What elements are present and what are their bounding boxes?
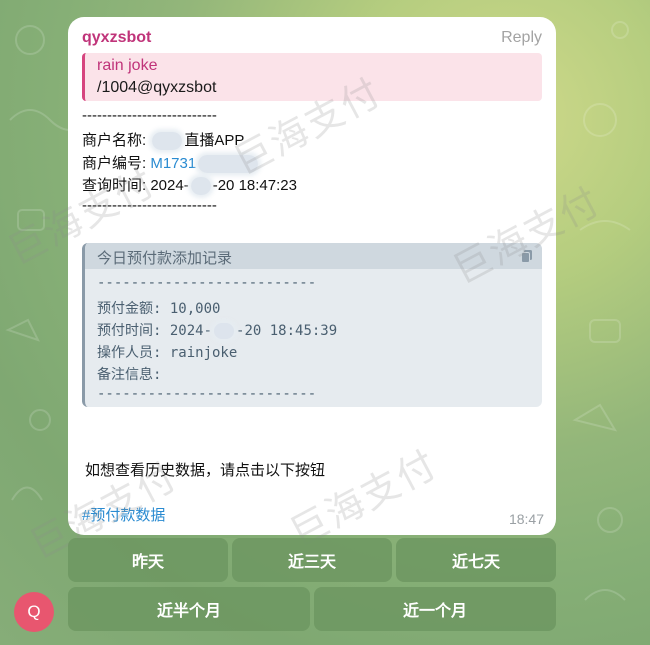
reply-quote[interactable]: rain joke /1004@qyxzsbot [82, 53, 542, 101]
redaction-mask [198, 155, 259, 174]
merchant-name-label: 商户名称: [82, 132, 147, 149]
card-separator-top: -------------------------- [97, 275, 317, 291]
sender-name[interactable]: qyxzsbot [82, 29, 151, 47]
redaction-mask [214, 323, 235, 339]
history-prompt: 如想查看历史数据，请点击以下按钮 [85, 462, 326, 479]
quote-text: /1004@qyxzsbot [97, 79, 217, 96]
card-header: 今日预付款添加记录 [85, 243, 542, 269]
redaction-mask [152, 132, 183, 151]
prepay-record-card: 今日预付款添加记录 -------------------------- 预付金… [82, 243, 542, 407]
hashtag-link[interactable]: #预付款数据 [82, 504, 165, 525]
quote-author: rain joke [97, 57, 158, 74]
reply-button[interactable]: Reply [501, 29, 542, 47]
button-yesterday[interactable]: 昨天 [68, 538, 228, 582]
merchant-id-value[interactable]: M1731 [150, 155, 196, 172]
card-title: 今日预付款添加记录 [97, 250, 233, 267]
note-line: 备注信息: [97, 367, 162, 383]
prepay-time-rest: -20 18:45:39 [236, 323, 338, 339]
separator-top: --------------------------- [82, 107, 217, 124]
merchant-id-line: 商户编号: M1731 [82, 152, 260, 174]
query-time-year: 2024- [150, 177, 189, 194]
card-separator-bottom: -------------------------- [97, 386, 317, 402]
merchant-name-line: 商户名称: 直播APP [82, 129, 245, 151]
merchant-id-label: 商户编号: [82, 155, 147, 172]
prepay-amount-line: 预付金额: 10,000 [97, 301, 221, 317]
message-bubble: qyxzsbot Reply rain joke /1004@qyxzsbot … [68, 17, 556, 535]
prepay-time-line: 预付时间: 2024- -20 18:45:39 [97, 320, 337, 340]
query-time-rest: -20 18:47:23 [212, 177, 297, 194]
operator-line: 操作人员: rainjoke [97, 345, 238, 361]
message-time: 18:47 [508, 511, 544, 527]
button-three-days[interactable]: 近三天 [232, 538, 392, 582]
separator-bottom: --------------------------- [82, 197, 217, 214]
button-seven-days[interactable]: 近七天 [396, 538, 556, 582]
query-time-label: 查询时间: [82, 177, 147, 194]
avatar[interactable]: Q [14, 592, 54, 632]
prepay-time-label: 预付时间: 2024- [97, 323, 213, 339]
redaction-mask [190, 177, 211, 196]
merchant-name-value: 直播APP [184, 132, 245, 149]
button-half-month[interactable]: 近半个月 [68, 587, 310, 631]
query-time-line: 查询时间: 2024- -20 18:47:23 [82, 174, 297, 196]
copy-icon[interactable] [520, 249, 534, 263]
button-one-month[interactable]: 近一个月 [314, 587, 556, 631]
